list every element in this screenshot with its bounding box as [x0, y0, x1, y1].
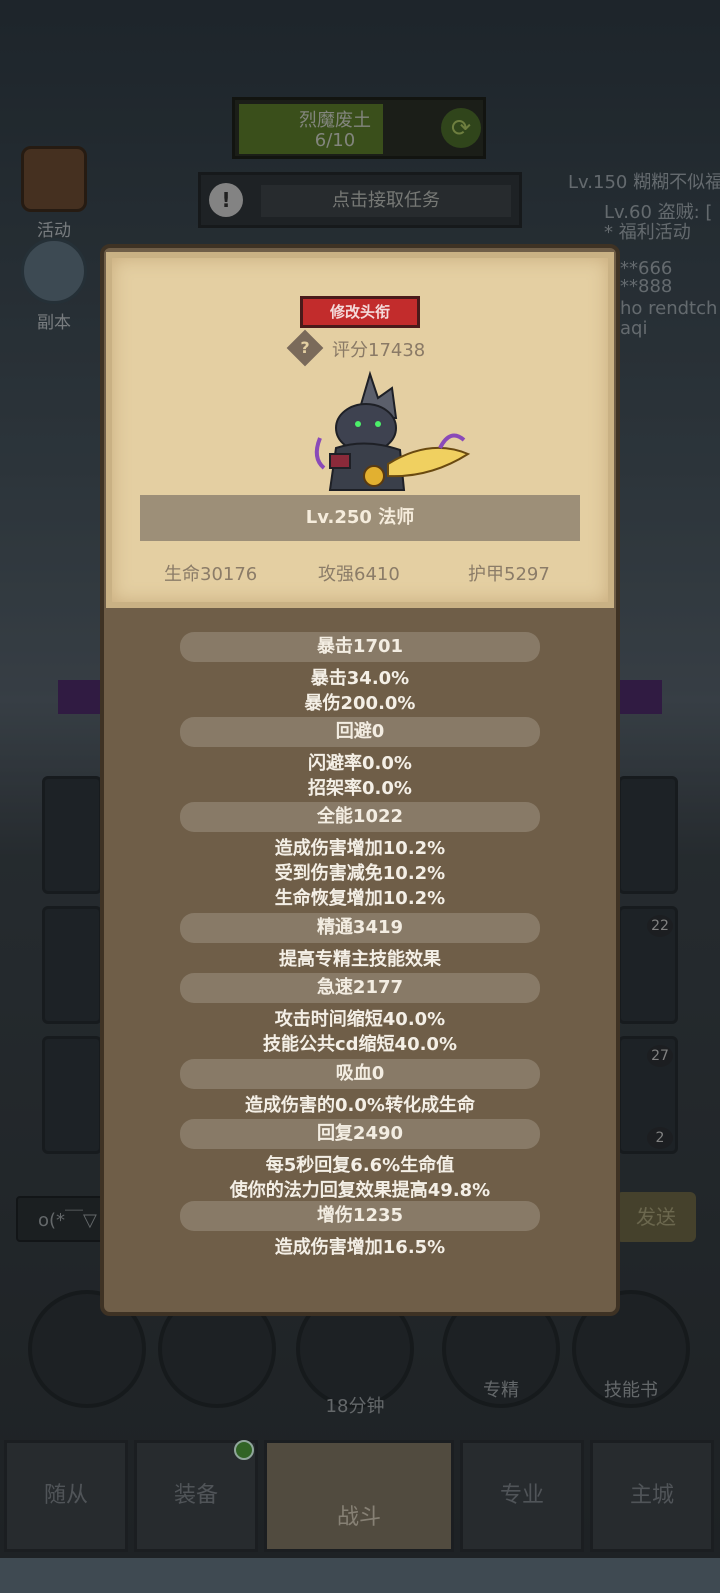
stat-header-damage-boost: 增伤1235: [180, 1201, 540, 1231]
help-icon[interactable]: ?: [286, 329, 324, 367]
score-text: 评分17438: [332, 340, 426, 361]
armor-stat: 护甲5297: [468, 564, 550, 585]
stat-header-regen: 回复2490: [180, 1119, 540, 1149]
stat-header-haste: 急速2177: [180, 973, 540, 1003]
stat-line: 每5秒回复6.6%生命值: [265, 1155, 455, 1176]
stat-line: 造成伤害增加10.2%: [274, 838, 446, 859]
edit-title-button[interactable]: 修改头衔: [300, 296, 420, 328]
stat-line: 暴伤200.0%: [304, 693, 416, 714]
stat-header-versatility: 全能1022: [180, 802, 540, 832]
stat-line: 技能公共cd缩短40.0%: [262, 1034, 457, 1055]
stat-header-dodge: 回避0: [180, 717, 540, 747]
stat-line: 造成伤害增加16.5%: [274, 1237, 446, 1258]
attack-stat: 攻强6410: [318, 564, 400, 585]
hp-stat: 生命30176: [164, 564, 258, 585]
help-icon-glyph: ?: [300, 338, 310, 357]
stat-line: 攻击时间缩短40.0%: [274, 1009, 446, 1030]
level-class-banner: Lv.250 法师: [140, 495, 580, 541]
mage-character-sprite: [314, 370, 471, 491]
stat-line: 暴击34.0%: [310, 668, 410, 689]
stat-header-mastery: 精通3419: [180, 913, 540, 943]
stat-line: 闪避率0.0%: [308, 753, 412, 774]
stat-line: 使你的法力回复效果提高49.8%: [229, 1180, 491, 1201]
stat-header-crit: 暴击1701: [180, 632, 540, 662]
stat-line: 提高专精主技能效果: [279, 949, 441, 970]
stat-header-leech: 吸血0: [180, 1059, 540, 1089]
stat-line: 招架率0.0%: [308, 778, 412, 799]
stat-line: 造成伤害的0.0%转化成生命: [245, 1095, 475, 1116]
stat-line: 受到伤害减免10.2%: [274, 863, 446, 884]
stat-line: 生命恢复增加10.2%: [274, 888, 446, 909]
